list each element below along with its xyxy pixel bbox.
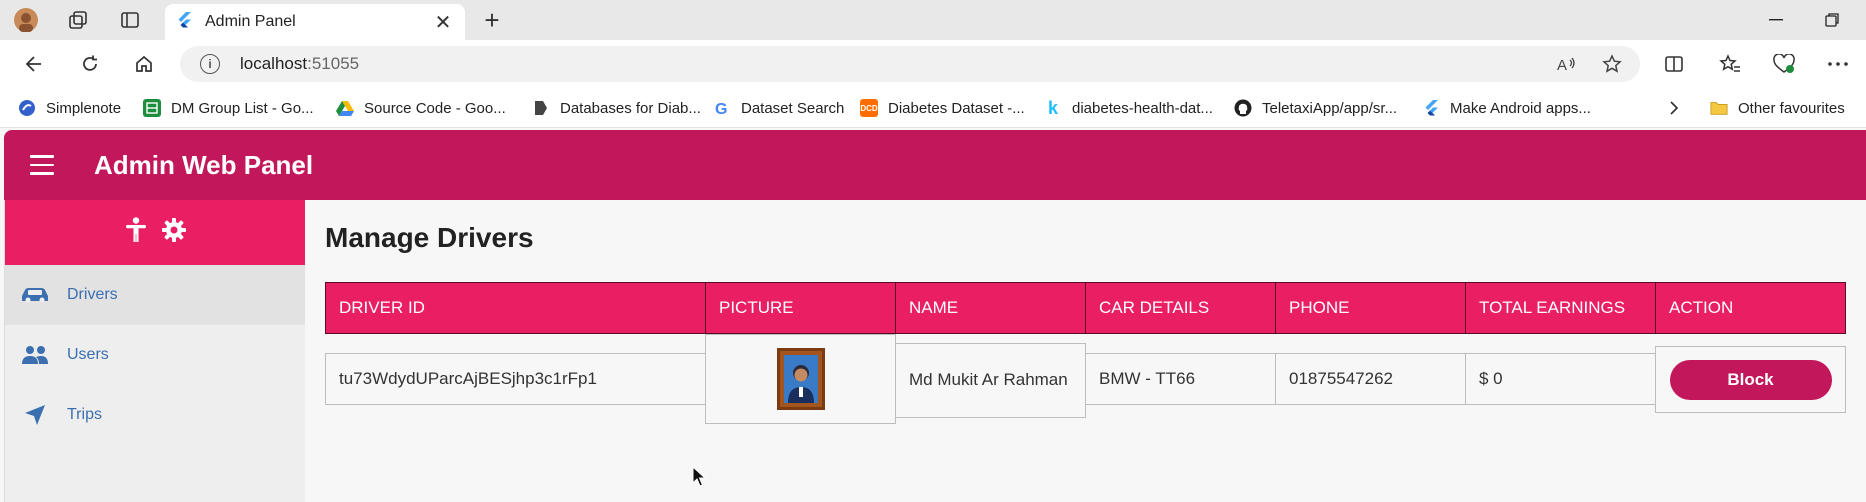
- favorite-star-icon[interactable]: [1600, 52, 1624, 76]
- minimize-icon[interactable]: [1764, 8, 1788, 32]
- bookmark-dm-group-list[interactable]: DM Group List - Go...: [143, 97, 314, 119]
- gear-icon[interactable]: [161, 217, 187, 248]
- accessibility-icon[interactable]: [125, 217, 147, 248]
- cell-car-details: BMW - TT66: [1085, 353, 1276, 405]
- dcd-icon: DCD: [860, 99, 878, 117]
- close-tab-icon[interactable]: ✕: [433, 10, 453, 35]
- read-aloud-icon[interactable]: A: [1556, 52, 1580, 76]
- navigation-bar: i localhost:51055 A: [0, 40, 1866, 88]
- sidebar-item-label: Users: [67, 346, 109, 363]
- refresh-icon[interactable]: [76, 50, 104, 78]
- mouse-cursor-icon: [692, 465, 707, 493]
- driver-photo: [776, 348, 825, 410]
- browser-essentials-icon[interactable]: [1770, 50, 1798, 78]
- browser-window: Admin Panel ✕ + i localhost:51055 A Simp…: [0, 0, 1866, 502]
- column-header-driver-id: DRIVER ID: [325, 282, 706, 334]
- sidebar: Drivers Users Trips: [4, 200, 306, 502]
- github-icon: [1234, 99, 1252, 117]
- app-title: Admin Web Panel: [94, 150, 314, 180]
- site-info-icon[interactable]: i: [200, 54, 220, 74]
- flutter-icon: [177, 11, 191, 33]
- bookmark-icon: [532, 99, 550, 117]
- bookmark-diabetes-dataset[interactable]: DCD Diabetes Dataset -...: [860, 97, 1025, 119]
- tab-admin-panel[interactable]: Admin Panel ✕: [165, 4, 465, 40]
- split-screen-icon[interactable]: [1660, 50, 1688, 78]
- sidebar-header: [5, 200, 306, 265]
- new-tab-button[interactable]: +: [478, 5, 506, 35]
- column-header-name: NAME: [895, 282, 1086, 334]
- workspaces-icon[interactable]: [64, 6, 92, 34]
- address-bar[interactable]: i localhost:51055 A: [180, 46, 1640, 82]
- bookmark-source-code[interactable]: Source Code - Goo...: [336, 97, 506, 119]
- sheets-icon: [143, 99, 161, 117]
- more-bookmarks-chevron-icon[interactable]: [1668, 97, 1680, 119]
- column-header-picture: PICTURE: [705, 282, 896, 334]
- sidebar-item-users[interactable]: Users: [5, 325, 306, 385]
- bookmark-databases[interactable]: Databases for Diab...: [532, 97, 701, 119]
- sidebar-item-label: Trips: [67, 406, 102, 423]
- bookmark-teletaxi[interactable]: TeletaxiApp/app/sr...: [1234, 97, 1397, 119]
- sidebar-item-trips[interactable]: Trips: [5, 385, 306, 445]
- favorites-icon[interactable]: [1716, 50, 1744, 78]
- folder-icon: [1710, 99, 1728, 117]
- svg-text:G: G: [715, 101, 727, 117]
- cell-phone: 01875547262: [1275, 353, 1466, 405]
- cell-picture: [705, 334, 896, 424]
- simplenote-icon: [18, 99, 36, 117]
- app-header: Admin Web Panel: [4, 130, 1866, 200]
- users-icon: [19, 345, 51, 365]
- bookmark-simplenote[interactable]: Simplenote: [18, 97, 121, 119]
- bookmark-dataset-search[interactable]: G Dataset Search: [713, 97, 844, 119]
- cell-total-earnings: $ 0: [1465, 353, 1656, 405]
- cell-name: Md Mukit Ar Rahman: [895, 343, 1086, 418]
- column-header-car-details: CAR DETAILS: [1085, 282, 1276, 334]
- flutter-bookmark-icon: [1422, 99, 1440, 117]
- sidebar-item-label: Drivers: [67, 286, 118, 303]
- cell-driver-id: tu73WdydUParcAjBESjhp3c1rFp1: [325, 353, 706, 405]
- cell-action: Block: [1655, 346, 1846, 413]
- back-icon[interactable]: [20, 50, 48, 78]
- kaggle-icon: k: [1047, 97, 1058, 118]
- tab-title: Admin Panel: [205, 13, 296, 30]
- main-content: Manage Drivers DRIVER ID PICTURE NAME CA…: [305, 200, 1866, 502]
- home-icon[interactable]: [130, 50, 158, 78]
- bookmarks-bar: Simplenote DM Group List - Go... Source …: [0, 88, 1866, 128]
- page-title: Manage Drivers: [325, 222, 534, 253]
- other-favourites[interactable]: Other favourites: [1710, 97, 1845, 119]
- google-icon: G: [713, 99, 731, 117]
- svg-text:A: A: [1557, 57, 1567, 74]
- column-header-total-earnings: TOTAL EARNINGS: [1465, 282, 1656, 334]
- url-text: localhost:51055: [240, 54, 360, 73]
- drive-icon: [336, 99, 354, 117]
- vertical-tabs-icon[interactable]: [116, 6, 144, 34]
- column-header-action: ACTION: [1655, 282, 1846, 334]
- more-menu-icon[interactable]: [1824, 50, 1852, 78]
- profile-avatar[interactable]: [12, 6, 40, 34]
- tab-strip: Admin Panel ✕ +: [0, 0, 1866, 40]
- column-header-phone: PHONE: [1275, 282, 1466, 334]
- sidebar-item-drivers[interactable]: Drivers: [5, 265, 306, 325]
- block-button[interactable]: Block: [1669, 359, 1832, 400]
- car-icon: [19, 286, 51, 304]
- navigation-icon: [19, 403, 51, 427]
- restore-icon[interactable]: [1820, 8, 1844, 32]
- menu-icon[interactable]: [30, 155, 56, 175]
- bookmark-diabetes-health[interactable]: k diabetes-health-dat...: [1044, 97, 1213, 119]
- bookmark-make-android-apps[interactable]: Make Android apps...: [1422, 97, 1591, 119]
